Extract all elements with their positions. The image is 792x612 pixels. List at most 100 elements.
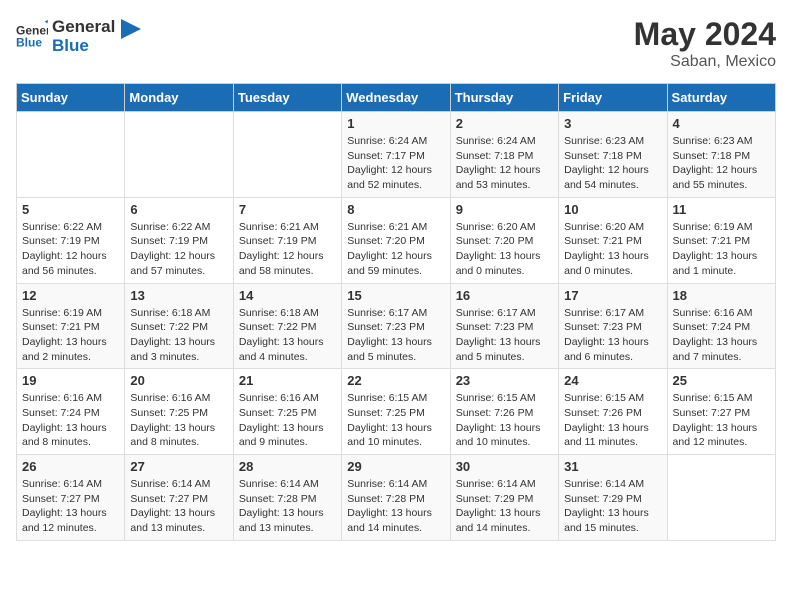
day-number: 15 <box>347 288 444 303</box>
day-info: Sunrise: 6:14 AM Sunset: 7:29 PM Dayligh… <box>456 477 553 536</box>
table-row <box>233 112 341 198</box>
table-row: 28 Sunrise: 6:14 AM Sunset: 7:28 PM Dayli… <box>233 455 341 541</box>
svg-text:Blue: Blue <box>16 35 42 49</box>
day-info: Sunrise: 6:17 AM Sunset: 7:23 PM Dayligh… <box>347 306 444 365</box>
logo-arrow-icon <box>121 19 141 55</box>
day-info: Sunrise: 6:19 AM Sunset: 7:21 PM Dayligh… <box>673 220 770 279</box>
day-info: Sunrise: 6:14 AM Sunset: 7:28 PM Dayligh… <box>239 477 336 536</box>
day-number: 16 <box>456 288 553 303</box>
day-number: 29 <box>347 459 444 474</box>
table-row: 9 Sunrise: 6:20 AM Sunset: 7:20 PM Daylig… <box>450 197 558 283</box>
calendar-header-row: Sunday Monday Tuesday Wednesday Thursday… <box>17 84 776 112</box>
col-monday: Monday <box>125 84 233 112</box>
col-tuesday: Tuesday <box>233 84 341 112</box>
day-number: 4 <box>673 116 770 131</box>
location-subtitle: Saban, Mexico <box>634 53 776 71</box>
table-row: 12 Sunrise: 6:19 AM Sunset: 7:21 PM Dayli… <box>17 283 125 369</box>
col-friday: Friday <box>559 84 667 112</box>
day-info: Sunrise: 6:22 AM Sunset: 7:19 PM Dayligh… <box>22 220 119 279</box>
table-row: 2 Sunrise: 6:24 AM Sunset: 7:18 PM Daylig… <box>450 112 558 198</box>
day-info: Sunrise: 6:14 AM Sunset: 7:29 PM Dayligh… <box>564 477 661 536</box>
day-info: Sunrise: 6:16 AM Sunset: 7:24 PM Dayligh… <box>22 391 119 450</box>
table-row: 5Sunrise: 6:22 AM Sunset: 7:19 PM Daylig… <box>17 197 125 283</box>
logo-blue-text: Blue <box>52 37 115 56</box>
table-row <box>17 112 125 198</box>
day-info: Sunrise: 6:18 AM Sunset: 7:22 PM Dayligh… <box>130 306 227 365</box>
day-number: 30 <box>456 459 553 474</box>
table-row: 4 Sunrise: 6:23 AM Sunset: 7:18 PM Daylig… <box>667 112 775 198</box>
day-number: 12 <box>22 288 119 303</box>
day-info: Sunrise: 6:21 AM Sunset: 7:19 PM Dayligh… <box>239 220 336 279</box>
day-info: Sunrise: 6:21 AM Sunset: 7:20 PM Dayligh… <box>347 220 444 279</box>
day-info: Sunrise: 6:17 AM Sunset: 7:23 PM Dayligh… <box>456 306 553 365</box>
day-info: Sunrise: 6:14 AM Sunset: 7:28 PM Dayligh… <box>347 477 444 536</box>
table-row: 10Sunrise: 6:20 AM Sunset: 7:21 PM Dayli… <box>559 197 667 283</box>
col-sunday: Sunday <box>17 84 125 112</box>
table-row: 30 Sunrise: 6:14 AM Sunset: 7:29 PM Dayli… <box>450 455 558 541</box>
day-number: 2 <box>456 116 553 131</box>
day-info: Sunrise: 6:15 AM Sunset: 7:26 PM Dayligh… <box>564 391 661 450</box>
day-info: Sunrise: 6:18 AM Sunset: 7:22 PM Dayligh… <box>239 306 336 365</box>
day-number: 9 <box>456 202 553 217</box>
table-row: 6 Sunrise: 6:22 AM Sunset: 7:19 PM Daylig… <box>125 197 233 283</box>
table-row: 29 Sunrise: 6:14 AM Sunset: 7:28 PM Dayli… <box>342 455 450 541</box>
table-row: 23Sunrise: 6:15 AM Sunset: 7:26 PM Dayli… <box>450 369 558 455</box>
logo: General Blue General Blue <box>16 16 141 55</box>
day-number: 25 <box>673 373 770 388</box>
day-info: Sunrise: 6:24 AM Sunset: 7:18 PM Dayligh… <box>456 134 553 193</box>
day-number: 22 <box>347 373 444 388</box>
day-number: 20 <box>130 373 227 388</box>
calendar-week-row: 5Sunrise: 6:22 AM Sunset: 7:19 PM Daylig… <box>17 197 776 283</box>
calendar-table: Sunday Monday Tuesday Wednesday Thursday… <box>16 83 776 541</box>
day-number: 19 <box>22 373 119 388</box>
day-number: 13 <box>130 288 227 303</box>
table-row: 17Sunrise: 6:17 AM Sunset: 7:23 PM Dayli… <box>559 283 667 369</box>
col-thursday: Thursday <box>450 84 558 112</box>
day-number: 6 <box>130 202 227 217</box>
table-row: 21Sunrise: 6:16 AM Sunset: 7:25 PM Dayli… <box>233 369 341 455</box>
table-row: 1Sunrise: 6:24 AM Sunset: 7:17 PM Daylig… <box>342 112 450 198</box>
day-info: Sunrise: 6:23 AM Sunset: 7:18 PM Dayligh… <box>564 134 661 193</box>
table-row: 11 Sunrise: 6:19 AM Sunset: 7:21 PM Dayli… <box>667 197 775 283</box>
table-row: 22 Sunrise: 6:15 AM Sunset: 7:25 PM Dayli… <box>342 369 450 455</box>
day-info: Sunrise: 6:16 AM Sunset: 7:24 PM Dayligh… <box>673 306 770 365</box>
table-row: 20Sunrise: 6:16 AM Sunset: 7:25 PM Dayli… <box>125 369 233 455</box>
day-info: Sunrise: 6:15 AM Sunset: 7:25 PM Dayligh… <box>347 391 444 450</box>
day-info: Sunrise: 6:14 AM Sunset: 7:27 PM Dayligh… <box>130 477 227 536</box>
calendar-week-row: 19 Sunrise: 6:16 AM Sunset: 7:24 PM Dayli… <box>17 369 776 455</box>
calendar-week-row: 26 Sunrise: 6:14 AM Sunset: 7:27 PM Dayli… <box>17 455 776 541</box>
title-block: May 2024 Saban, Mexico <box>634 16 776 71</box>
table-row: 15 Sunrise: 6:17 AM Sunset: 7:23 PM Dayli… <box>342 283 450 369</box>
table-row: 18 Sunrise: 6:16 AM Sunset: 7:24 PM Dayli… <box>667 283 775 369</box>
day-number: 11 <box>673 202 770 217</box>
table-row: 7Sunrise: 6:21 AM Sunset: 7:19 PM Daylig… <box>233 197 341 283</box>
day-info: Sunrise: 6:14 AM Sunset: 7:27 PM Dayligh… <box>22 477 119 536</box>
day-number: 24 <box>564 373 661 388</box>
day-info: Sunrise: 6:23 AM Sunset: 7:18 PM Dayligh… <box>673 134 770 193</box>
table-row: 26 Sunrise: 6:14 AM Sunset: 7:27 PM Dayli… <box>17 455 125 541</box>
table-row: 8 Sunrise: 6:21 AM Sunset: 7:20 PM Daylig… <box>342 197 450 283</box>
day-info: Sunrise: 6:20 AM Sunset: 7:20 PM Dayligh… <box>456 220 553 279</box>
day-number: 3 <box>564 116 661 131</box>
day-number: 14 <box>239 288 336 303</box>
month-year-title: May 2024 <box>634 16 776 53</box>
day-number: 8 <box>347 202 444 217</box>
day-number: 18 <box>673 288 770 303</box>
day-number: 26 <box>22 459 119 474</box>
day-info: Sunrise: 6:20 AM Sunset: 7:21 PM Dayligh… <box>564 220 661 279</box>
col-wednesday: Wednesday <box>342 84 450 112</box>
table-row: 13 Sunrise: 6:18 AM Sunset: 7:22 PM Dayli… <box>125 283 233 369</box>
col-saturday: Saturday <box>667 84 775 112</box>
day-number: 1 <box>347 116 444 131</box>
table-row <box>125 112 233 198</box>
page-header: General Blue General Blue May 2024 Saban… <box>16 16 776 71</box>
day-info: Sunrise: 6:19 AM Sunset: 7:21 PM Dayligh… <box>22 306 119 365</box>
calendar-week-row: 12 Sunrise: 6:19 AM Sunset: 7:21 PM Dayli… <box>17 283 776 369</box>
day-number: 27 <box>130 459 227 474</box>
day-info: Sunrise: 6:15 AM Sunset: 7:26 PM Dayligh… <box>456 391 553 450</box>
table-row: 31Sunrise: 6:14 AM Sunset: 7:29 PM Dayli… <box>559 455 667 541</box>
day-info: Sunrise: 6:16 AM Sunset: 7:25 PM Dayligh… <box>239 391 336 450</box>
table-row: 27 Sunrise: 6:14 AM Sunset: 7:27 PM Dayli… <box>125 455 233 541</box>
day-info: Sunrise: 6:22 AM Sunset: 7:19 PM Dayligh… <box>130 220 227 279</box>
day-number: 28 <box>239 459 336 474</box>
